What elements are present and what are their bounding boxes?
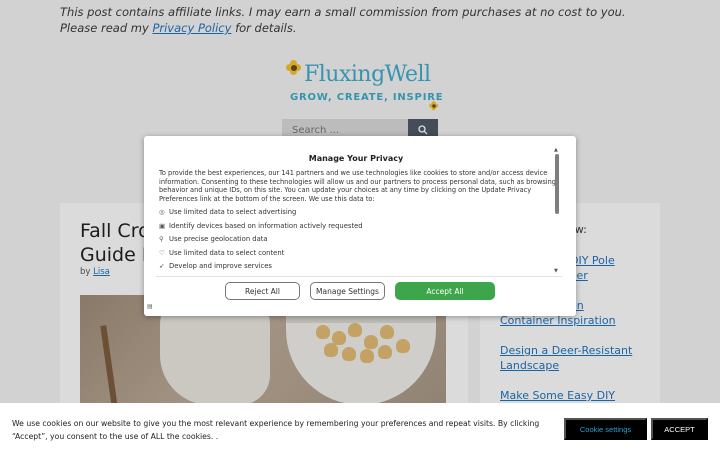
purpose-label: Use limited data to select content xyxy=(169,249,285,257)
purpose-item: ▣ Identify devices based on information … xyxy=(159,222,363,230)
purpose-label: Identify devices based on information ac… xyxy=(169,222,363,230)
purpose-label: Use precise geolocation data xyxy=(169,235,268,243)
target-icon: ◎ xyxy=(159,208,165,216)
scroll-up-arrow-icon[interactable]: ▲ xyxy=(554,147,558,153)
cookie-banner: We use cookies on our website to give yo… xyxy=(0,403,720,450)
privacy-badge-icon[interactable]: ▤ xyxy=(147,303,156,310)
cookie-settings-button[interactable]: Cookie settings xyxy=(564,418,647,440)
purpose-item: ⚲ Use precise geolocation data xyxy=(159,235,268,243)
cookie-banner-text: We use cookies on our website to give yo… xyxy=(12,419,540,441)
purpose-label: Use limited data to select advertising xyxy=(169,208,297,216)
purpose-item: ◎ Use limited data to select advertising xyxy=(159,208,296,216)
device-id-icon: ▣ xyxy=(159,222,166,230)
rocket-icon: ➶ xyxy=(159,262,165,270)
modal-divider xyxy=(156,276,562,277)
purpose-label: Develop and improve services xyxy=(169,262,272,270)
cookie-accept-button[interactable]: ACCEPT xyxy=(651,418,708,440)
location-pin-icon: ⚲ xyxy=(159,235,164,243)
heart-icon: ♡ xyxy=(159,249,165,257)
purpose-item: ➶ Develop and improve services xyxy=(159,262,272,270)
privacy-modal-body: To provide the best experiences, our 141… xyxy=(159,169,556,203)
scroll-down-arrow-icon[interactable]: ▼ xyxy=(554,268,558,274)
modal-scrollbar-thumb[interactable] xyxy=(555,154,559,214)
purpose-item: ♡ Use limited data to select content xyxy=(159,249,284,257)
privacy-modal: Manage Your Privacy To provide the best … xyxy=(144,136,576,316)
privacy-modal-title: Manage Your Privacy xyxy=(308,154,404,163)
accept-all-button[interactable]: Accept All xyxy=(395,282,495,300)
manage-settings-button[interactable]: Manage Settings xyxy=(310,282,385,300)
reject-all-button[interactable]: Reject All xyxy=(225,282,300,300)
